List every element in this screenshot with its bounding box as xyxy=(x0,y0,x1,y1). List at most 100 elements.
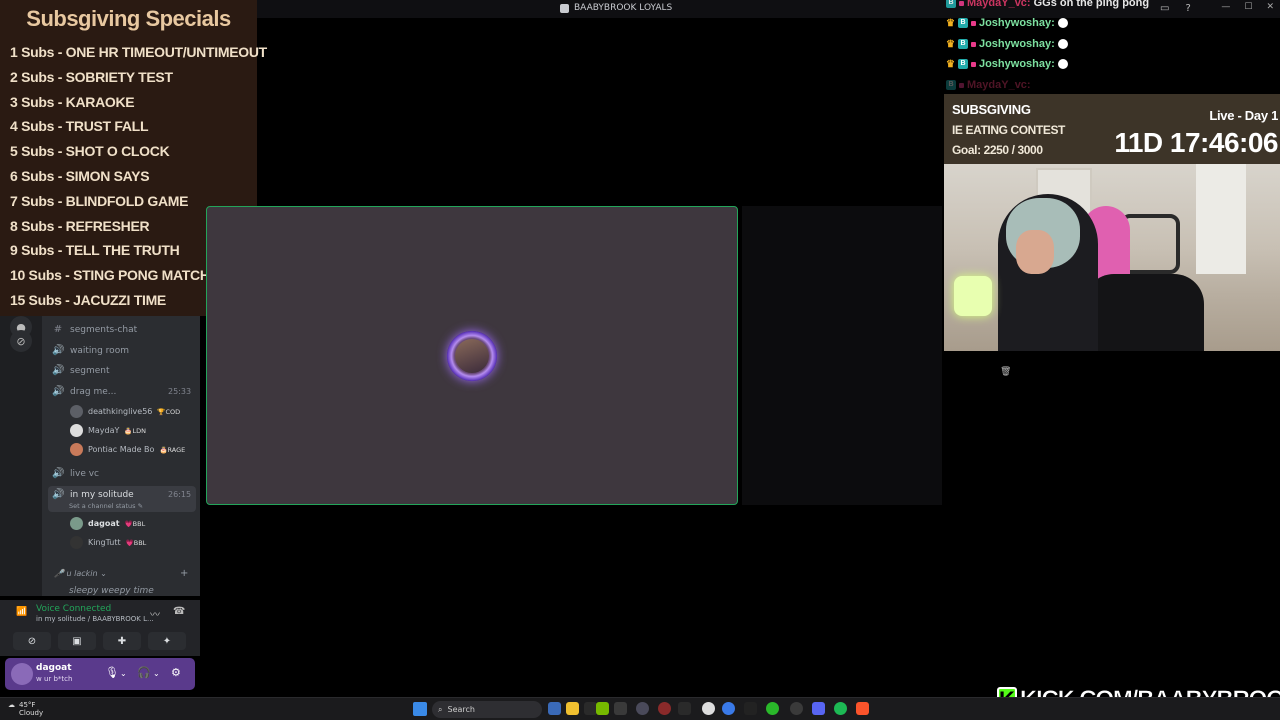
badge-icon: B xyxy=(957,59,968,69)
user-tag: 💗BBL xyxy=(124,519,146,528)
channel-label: segments-chat xyxy=(70,324,138,335)
voice-tile-secondary[interactable] xyxy=(742,206,942,505)
crown-icon: ♛ xyxy=(946,58,955,70)
chat-nick: MaydaY_vc: xyxy=(967,0,1031,9)
chevron-down-icon[interactable]: ⌄ xyxy=(120,669,127,678)
app-icon[interactable] xyxy=(658,702,671,715)
taskbar-search[interactable]: ⌕ Search xyxy=(432,701,542,718)
activities-button[interactable]: ✚ xyxy=(103,632,141,650)
search-icon: ⌕ xyxy=(438,704,443,714)
category-header[interactable]: 🎤 u lackin ⌄ xyxy=(54,569,107,578)
screen-share-icon: ▣ xyxy=(72,635,82,647)
channel-sleepy-weepy-time[interactable]: sleepy weepy time xyxy=(69,586,154,596)
brave-icon[interactable] xyxy=(856,702,869,715)
sub-badge-icon xyxy=(970,20,976,26)
widget-contest: IE EATING CONTEST xyxy=(952,123,1065,137)
camera-toggle-button[interactable]: ⊘ xyxy=(13,632,51,650)
speaker-icon: 🔊 xyxy=(52,345,65,356)
camera-off-icon: ⊘ xyxy=(27,635,37,647)
avatar xyxy=(70,517,83,530)
weather-widget[interactable]: ☁ 45°F Cloudy xyxy=(8,701,43,717)
subathon-widget: SUBSGIVING IE EATING CONTEST Goal: 2250 … xyxy=(944,94,1280,164)
app-icon[interactable] xyxy=(678,702,691,715)
voice-connected-title[interactable]: Voice Connected xyxy=(36,604,111,614)
x-icon[interactable] xyxy=(744,702,757,715)
user-tag: 🎂RAGE xyxy=(159,445,186,454)
activities-icon: ✚ xyxy=(117,635,127,647)
app-icon[interactable] xyxy=(790,702,803,715)
channel-timer: 26:15 xyxy=(168,490,192,499)
widget-live-day: Live - Day 1 xyxy=(1209,108,1278,123)
voice-user[interactable]: Pontiac Made Bo 🎂RAGE xyxy=(70,443,185,456)
username: dagoat xyxy=(36,663,72,673)
nvidia-icon[interactable] xyxy=(596,702,609,715)
channel-list: # segments-chat 🔊 waiting room 🔊 segment… xyxy=(42,316,200,596)
badge-icon: B xyxy=(946,80,956,90)
webcam-feed xyxy=(944,164,1280,351)
window-title-text: BAABYBROOK LOYALS xyxy=(574,3,673,13)
channel-live-vc[interactable]: 🔊 live vc xyxy=(52,468,99,479)
channel-status[interactable]: Set a channel status ✎ xyxy=(69,502,143,510)
edge-icon[interactable] xyxy=(722,702,735,715)
chat-line: ♛ B Joshywoshay: xyxy=(946,58,1068,70)
channel-in-my-solitude[interactable]: 🔊 in my solitude 26:15 xyxy=(52,489,202,500)
emote-icon xyxy=(1057,39,1068,49)
server-logo-icon xyxy=(560,3,569,13)
channel-drag-me[interactable]: 🔊 drag me... 25:33 xyxy=(52,386,202,397)
channel-label: in my solitude xyxy=(70,489,134,500)
noise-suppression-icon[interactable]: 〰 xyxy=(150,606,160,621)
channel-timer: 25:33 xyxy=(168,387,192,396)
voice-user[interactable]: dagoat 💗BBL xyxy=(70,517,145,530)
microphone-icon[interactable]: 🎙 xyxy=(105,666,119,679)
chat-nick: Joshywoshay: xyxy=(978,17,1055,29)
voice-tile-speaking[interactable] xyxy=(206,206,738,505)
windows-taskbar: ☁ 45°F Cloudy ⌕ Search xyxy=(0,697,1280,720)
channel-waiting-room[interactable]: 🔊 waiting room xyxy=(52,345,129,356)
spotify-icon[interactable] xyxy=(834,702,847,715)
voice-connected-channel[interactable]: in my solitude / BAABYBROOK L... xyxy=(36,615,154,623)
stream-chat-overlay: B MaydaY_vc: GGs on the ping pong ♛ B Jo… xyxy=(944,0,1280,94)
obs-icon[interactable] xyxy=(614,702,627,715)
user-tag: 💗BBL xyxy=(125,538,147,547)
screen-share-button[interactable]: ▣ xyxy=(58,632,96,650)
chat-line: ♛ B Joshywoshay: xyxy=(946,38,1068,50)
voice-user[interactable]: KingTutt 💗BBL xyxy=(70,536,146,549)
chat-line: B MaydaY_vc: GGs on the ping pong xyxy=(946,0,1149,9)
specials-item: 4 Subs - TRUST FALL xyxy=(10,118,149,135)
avatar[interactable] xyxy=(11,663,33,685)
soundboard-icon: ✦ xyxy=(162,635,172,647)
xbox-icon[interactable] xyxy=(766,702,779,715)
window-title: BAABYBROOK LOYALS xyxy=(560,3,672,13)
channel-segment[interactable]: 🔊 segment xyxy=(52,365,109,376)
user-tag: 🎂LDN xyxy=(124,426,146,435)
channel-segments-chat[interactable]: # segments-chat xyxy=(52,324,137,335)
specials-item: 6 Subs - SIMON SAYS xyxy=(10,167,150,184)
settings-gear-icon[interactable]: ⚙ xyxy=(171,666,181,679)
signal-icon[interactable]: 📶 xyxy=(16,607,27,617)
user-custom-status: w ur b*tch xyxy=(36,675,73,683)
task-view-icon[interactable] xyxy=(548,702,561,715)
explore-icon[interactable]: ⊘ xyxy=(10,330,32,352)
add-channel-icon[interactable]: + xyxy=(180,568,188,579)
crown-icon: ♛ xyxy=(946,38,955,50)
steam-icon[interactable] xyxy=(702,702,715,715)
file-explorer-icon[interactable] xyxy=(566,702,579,715)
speaking-avatar xyxy=(447,331,497,381)
user-tag: 🏆COD xyxy=(157,407,181,416)
disconnect-icon[interactable]: ☎ xyxy=(173,606,185,617)
speaker-icon: 🔊 xyxy=(52,386,65,397)
chevron-down-icon[interactable]: ⌄ xyxy=(153,669,160,678)
specials-item: 2 Subs - SOBRIETY TEST xyxy=(10,68,173,85)
discord-icon[interactable] xyxy=(812,702,825,715)
voice-user[interactable]: MaydaY 🎂LDN xyxy=(70,424,146,437)
search-label: Search xyxy=(447,705,475,714)
specials-item: 5 Subs - SHOT O CLOCK xyxy=(10,143,170,160)
cloud-icon: ☁ xyxy=(8,701,15,709)
voice-user[interactable]: deathkinglive56 🏆COD xyxy=(70,405,180,418)
windows-start-icon[interactable] xyxy=(413,702,427,716)
chat-nick: Joshywoshay: xyxy=(978,58,1055,70)
voice-user-name: MaydaY xyxy=(88,426,120,435)
app-icon[interactable] xyxy=(636,702,649,715)
soundboard-button[interactable]: ✦ xyxy=(148,632,186,650)
headphones-icon[interactable]: 🎧 xyxy=(137,666,151,679)
